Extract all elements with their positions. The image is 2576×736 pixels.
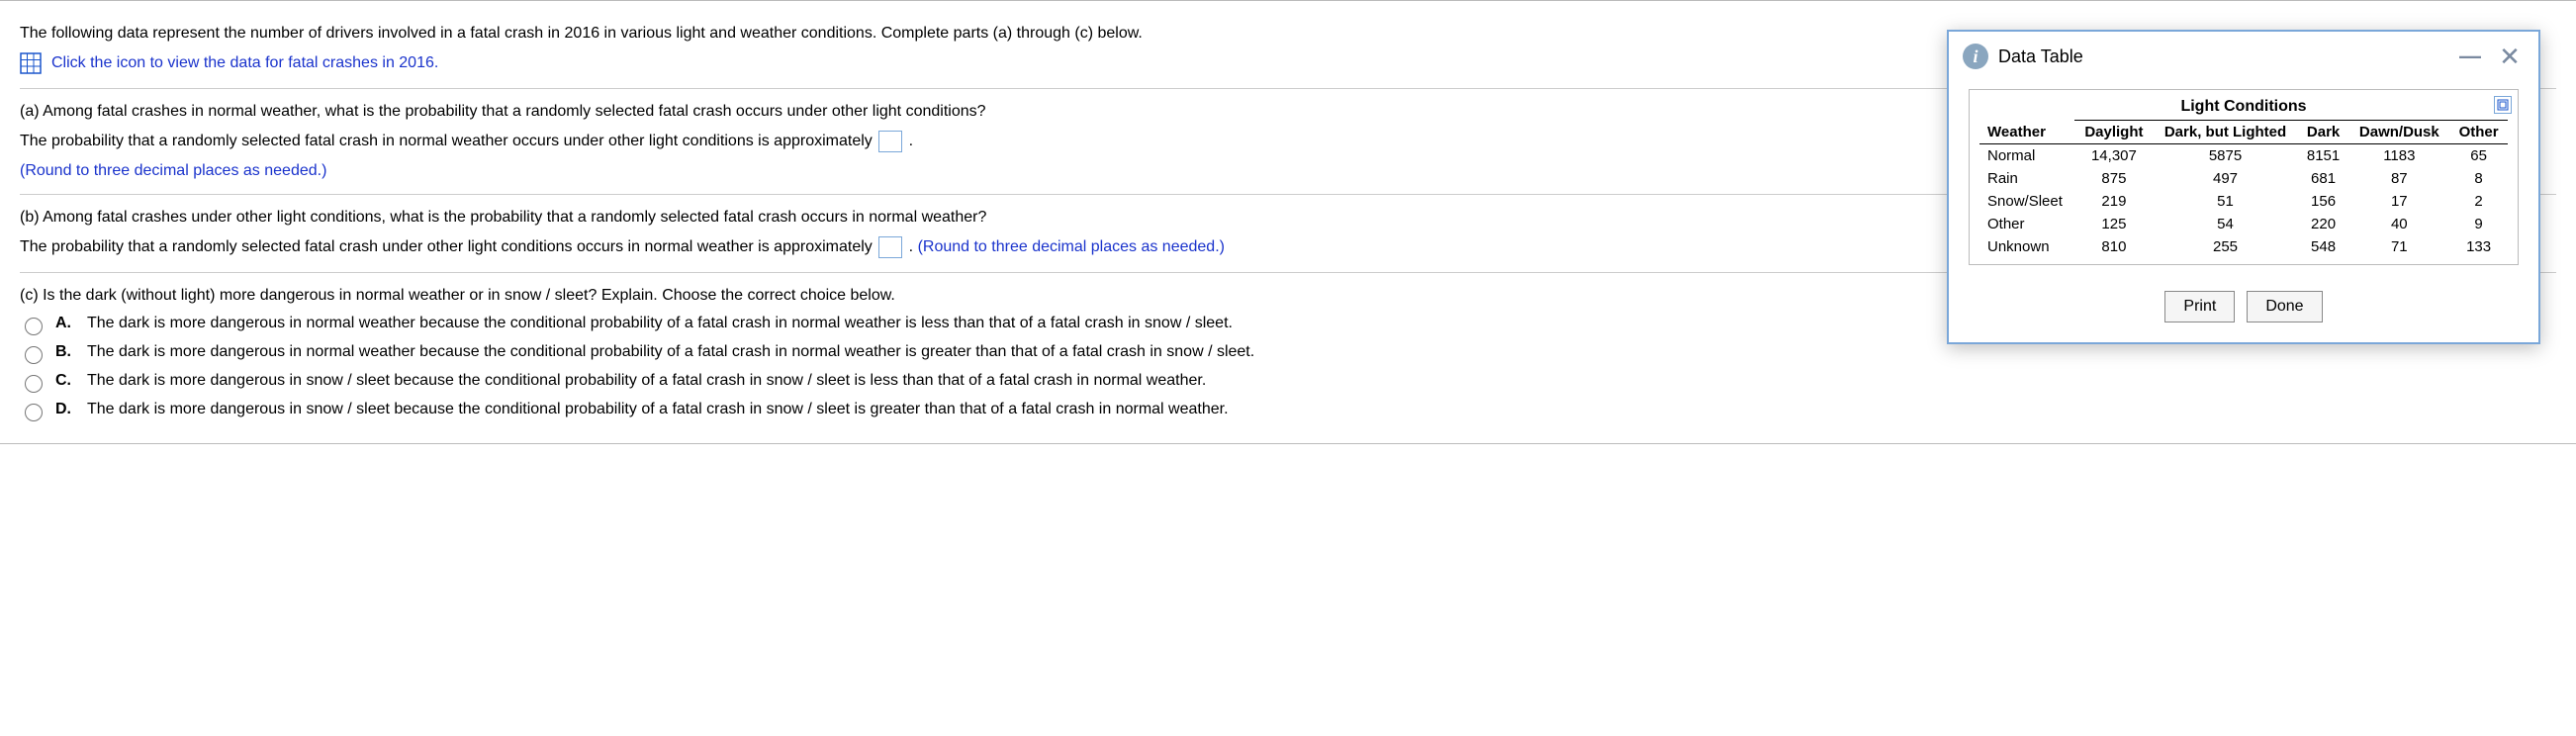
cell: 875 — [2074, 167, 2153, 190]
data-table: Weather Daylight Dark, but Lighted Dark … — [1979, 120, 2508, 258]
table-header-row: Weather Daylight Dark, but Lighted Dark … — [1979, 121, 2508, 144]
col-header: Other — [2449, 121, 2508, 144]
fullscreen-icon[interactable] — [2494, 96, 2512, 114]
part-b-input[interactable] — [878, 236, 902, 258]
part-a-lead: The probability that a randomly selected… — [20, 133, 876, 149]
table-row: Rain 875 497 681 87 8 — [1979, 167, 2508, 190]
col-header: Daylight — [2074, 121, 2153, 144]
radio-b[interactable] — [25, 346, 43, 364]
cell: 8151 — [2298, 144, 2349, 168]
choice-letter: C. — [55, 372, 77, 390]
row-label: Snow/Sleet — [1979, 190, 2074, 213]
choice-letter: A. — [55, 315, 77, 332]
row-label: Normal — [1979, 144, 2074, 168]
table-row: Unknown 810 255 548 71 133 — [1979, 235, 2508, 258]
info-icon: i — [1963, 44, 1988, 69]
minimize-icon[interactable]: — — [2455, 44, 2485, 69]
choice-letter: B. — [55, 343, 77, 361]
table-row: Other 125 54 220 40 9 — [1979, 213, 2508, 235]
col-header: Dawn/Dusk — [2348, 121, 2449, 144]
cell: 65 — [2449, 144, 2508, 168]
cell: 5875 — [2153, 144, 2297, 168]
print-button[interactable]: Print — [2164, 291, 2235, 322]
radio-c[interactable] — [25, 375, 43, 393]
done-button[interactable]: Done — [2247, 291, 2322, 322]
choice-c[interactable]: C. The dark is more dangerous in snow / … — [20, 372, 2556, 393]
data-table-icon[interactable] — [20, 52, 42, 74]
cell: 220 — [2298, 213, 2349, 235]
cell: 9 — [2449, 213, 2508, 235]
modal-footer: Print Done — [1949, 275, 2538, 342]
choice-text: The dark is more dangerous in normal wea… — [87, 315, 1233, 332]
row-label: Other — [1979, 213, 2074, 235]
table-title: Light Conditions — [1979, 98, 2508, 116]
part-b-lead: The probability that a randomly selected… — [20, 238, 876, 255]
choice-d[interactable]: D. The dark is more dangerous in snow / … — [20, 401, 2556, 421]
cell: 1183 — [2348, 144, 2449, 168]
cell: 156 — [2298, 190, 2349, 213]
part-a-tail: . — [909, 133, 913, 149]
cell: 255 — [2153, 235, 2297, 258]
row-label: Unknown — [1979, 235, 2074, 258]
choice-b[interactable]: B. The dark is more dangerous in normal … — [20, 343, 2556, 364]
cell: 497 — [2153, 167, 2297, 190]
choice-text: The dark is more dangerous in normal wea… — [87, 343, 1254, 361]
cell: 8 — [2449, 167, 2508, 190]
cell: 219 — [2074, 190, 2153, 213]
cell: 14,307 — [2074, 144, 2153, 168]
view-data-link[interactable]: Click the icon to view the data for fata… — [51, 54, 438, 72]
modal-header: i Data Table — ✕ — [1949, 32, 2538, 79]
cell: 54 — [2153, 213, 2297, 235]
col-header: Dark — [2298, 121, 2349, 144]
part-a-input[interactable] — [878, 131, 902, 152]
table-row: Normal 14,307 5875 8151 1183 65 — [1979, 144, 2508, 168]
table-row: Snow/Sleet 219 51 156 17 2 — [1979, 190, 2508, 213]
cell: 87 — [2348, 167, 2449, 190]
cell: 133 — [2449, 235, 2508, 258]
modal-body: Light Conditions Weather Daylight Dark, … — [1949, 79, 2538, 275]
choice-letter: D. — [55, 401, 77, 418]
choice-text: The dark is more dangerous in snow / sle… — [87, 401, 1229, 418]
cell: 125 — [2074, 213, 2153, 235]
cell: 2 — [2449, 190, 2508, 213]
close-icon[interactable]: ✕ — [2495, 46, 2525, 66]
row-label: Rain — [1979, 167, 2074, 190]
col-header: Weather — [1979, 121, 2074, 144]
cell: 40 — [2348, 213, 2449, 235]
part-b-round: (Round to three decimal places as needed… — [918, 238, 1225, 255]
radio-a[interactable] — [25, 318, 43, 335]
cell: 810 — [2074, 235, 2153, 258]
cell: 681 — [2298, 167, 2349, 190]
cell: 17 — [2348, 190, 2449, 213]
col-header: Dark, but Lighted — [2153, 121, 2297, 144]
data-table-modal: i Data Table — ✕ Light Conditions Weathe… — [1947, 30, 2540, 344]
cell: 51 — [2153, 190, 2297, 213]
part-b-tail: . — [909, 238, 918, 255]
choice-text: The dark is more dangerous in snow / sle… — [87, 372, 1206, 390]
radio-d[interactable] — [25, 404, 43, 421]
cell: 71 — [2348, 235, 2449, 258]
table-container: Light Conditions Weather Daylight Dark, … — [1969, 89, 2519, 265]
cell: 548 — [2298, 235, 2349, 258]
modal-title: Data Table — [1998, 46, 2445, 67]
